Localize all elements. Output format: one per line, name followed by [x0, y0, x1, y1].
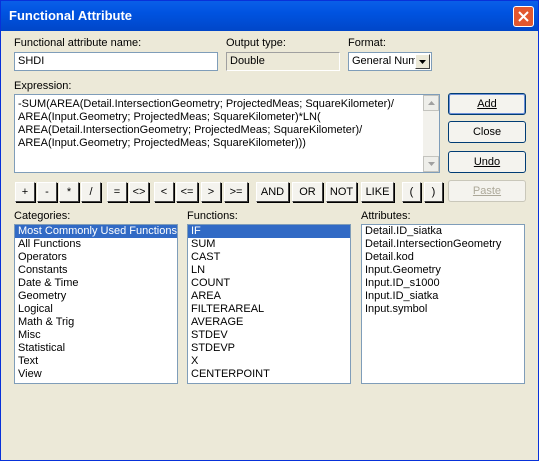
operator-equals-button[interactable]: = [107, 182, 127, 202]
list-item[interactable]: Logical [15, 303, 177, 316]
dropdown-arrow-icon[interactable] [415, 54, 430, 69]
list-item[interactable]: Constants [15, 264, 177, 277]
output-type-label: Output type: [226, 37, 286, 49]
list-item[interactable]: Misc [15, 329, 177, 342]
list-item[interactable]: STDEV [188, 329, 350, 342]
format-label: Format: [348, 37, 386, 49]
expression-textarea[interactable]: -SUM(AREA(Detail.IntersectionGeometry; P… [14, 94, 440, 173]
list-item[interactable]: AREA [188, 290, 350, 303]
list-item[interactable]: Input.symbol [362, 303, 524, 316]
operator-and-button[interactable]: AND [256, 182, 289, 202]
categories-label: Categories: [14, 210, 71, 222]
functional-attribute-dialog: Functional Attribute Functional attribut… [0, 0, 539, 461]
name-input[interactable]: SHDI [14, 52, 218, 71]
list-item[interactable]: Detail.IntersectionGeometry [362, 238, 524, 251]
expression-line: -SUM(AREA(Detail.IntersectionGeometry; P… [18, 98, 394, 110]
list-item[interactable]: All Functions [15, 238, 177, 251]
paste-button[interactable]: Paste [448, 180, 526, 202]
list-item[interactable]: Math & Trig [15, 316, 177, 329]
expression-line: AREA(Detail.IntersectionGeometry; Projec… [18, 124, 363, 136]
close-window-button[interactable] [513, 6, 534, 27]
format-select[interactable]: General Num [348, 52, 432, 71]
format-selected-value: General Num [352, 55, 416, 67]
list-item[interactable]: Most Commonly Used Functions [15, 225, 177, 238]
operator-less-button[interactable]: < [154, 182, 174, 202]
name-label: Functional attribute name: [14, 37, 142, 49]
add-button-label: Add [477, 98, 497, 110]
operator-multiply-button[interactable]: * [59, 182, 79, 202]
operator-close-paren-button[interactable]: ) [424, 182, 443, 202]
chevron-up-icon [427, 101, 435, 105]
operator-greater-button[interactable]: > [201, 182, 221, 202]
list-item[interactable]: Input.Geometry [362, 264, 524, 277]
expression-scrollbar[interactable] [423, 95, 439, 172]
list-item[interactable]: AVERAGE [188, 316, 350, 329]
operator-not-button[interactable]: NOT [326, 182, 357, 202]
chevron-down-icon [427, 162, 435, 166]
paste-button-label: Paste [472, 185, 502, 197]
categories-list[interactable]: Most Commonly Used Functions All Functio… [14, 224, 178, 384]
expression-line: AREA(Input.Geometry; ProjectedMeas; Squa… [18, 111, 321, 123]
undo-button[interactable]: Undo [448, 151, 526, 173]
operator-or-button[interactable]: OR [292, 182, 323, 202]
list-item[interactable]: X [188, 355, 350, 368]
list-item[interactable]: CENTERPOINT [188, 368, 350, 381]
operator-open-paren-button[interactable]: ( [402, 182, 421, 202]
list-item[interactable]: Input.ID_s1000 [362, 277, 524, 290]
title-bar[interactable]: Functional Attribute [1, 1, 538, 31]
attributes-label: Attributes: [361, 210, 411, 222]
list-item[interactable]: Geometry [15, 290, 177, 303]
expression-label: Expression: [14, 80, 72, 92]
operator-not-equal-button[interactable]: <> [129, 182, 149, 202]
list-item[interactable]: Statistical [15, 342, 177, 355]
close-button[interactable]: Close [448, 121, 526, 143]
list-item[interactable]: IF [188, 225, 350, 238]
list-item[interactable]: Detail.kod [362, 251, 524, 264]
chevron-down-icon [419, 59, 426, 64]
list-item[interactable]: LN [188, 264, 350, 277]
undo-button-label: Undo [473, 156, 501, 168]
list-item[interactable]: COUNT [188, 277, 350, 290]
expression-line: AREA(Input.Geometry; ProjectedMeas; Squa… [18, 137, 306, 149]
operator-divide-button[interactable]: / [81, 182, 101, 202]
list-item[interactable]: FILTERAREAL [188, 303, 350, 316]
scroll-down-button[interactable] [423, 156, 439, 172]
list-item[interactable]: CAST [188, 251, 350, 264]
close-icon [518, 11, 529, 22]
operator-minus-button[interactable]: - [37, 182, 57, 202]
list-item[interactable]: Date & Time [15, 277, 177, 290]
functions-list[interactable]: IF SUM CAST LN COUNT AREA FILTERAREAL AV… [187, 224, 351, 384]
operator-like-button[interactable]: LIKE [361, 182, 394, 202]
list-item[interactable]: View [15, 368, 177, 381]
operator-plus-button[interactable]: + [15, 182, 35, 202]
output-type-value: Double [226, 52, 340, 71]
add-button[interactable]: Add [448, 93, 526, 115]
expression-text: -SUM(AREA(Detail.IntersectionGeometry; P… [18, 98, 418, 150]
operator-greater-equal-button[interactable]: >= [224, 182, 248, 202]
list-item[interactable]: SUM [188, 238, 350, 251]
list-item[interactable]: Operators [15, 251, 177, 264]
close-button-label: Close [472, 126, 502, 138]
operator-less-equal-button[interactable]: <= [176, 182, 198, 202]
attributes-list[interactable]: Detail.ID_siatka Detail.IntersectionGeom… [361, 224, 525, 384]
scroll-up-button[interactable] [423, 95, 439, 111]
list-item[interactable]: Text [15, 355, 177, 368]
list-item[interactable]: Detail.ID_siatka [362, 225, 524, 238]
list-item[interactable]: STDEVP [188, 342, 350, 355]
functions-label: Functions: [187, 210, 238, 222]
list-item[interactable]: Input.ID_siatka [362, 290, 524, 303]
window-title: Functional Attribute [9, 8, 133, 23]
